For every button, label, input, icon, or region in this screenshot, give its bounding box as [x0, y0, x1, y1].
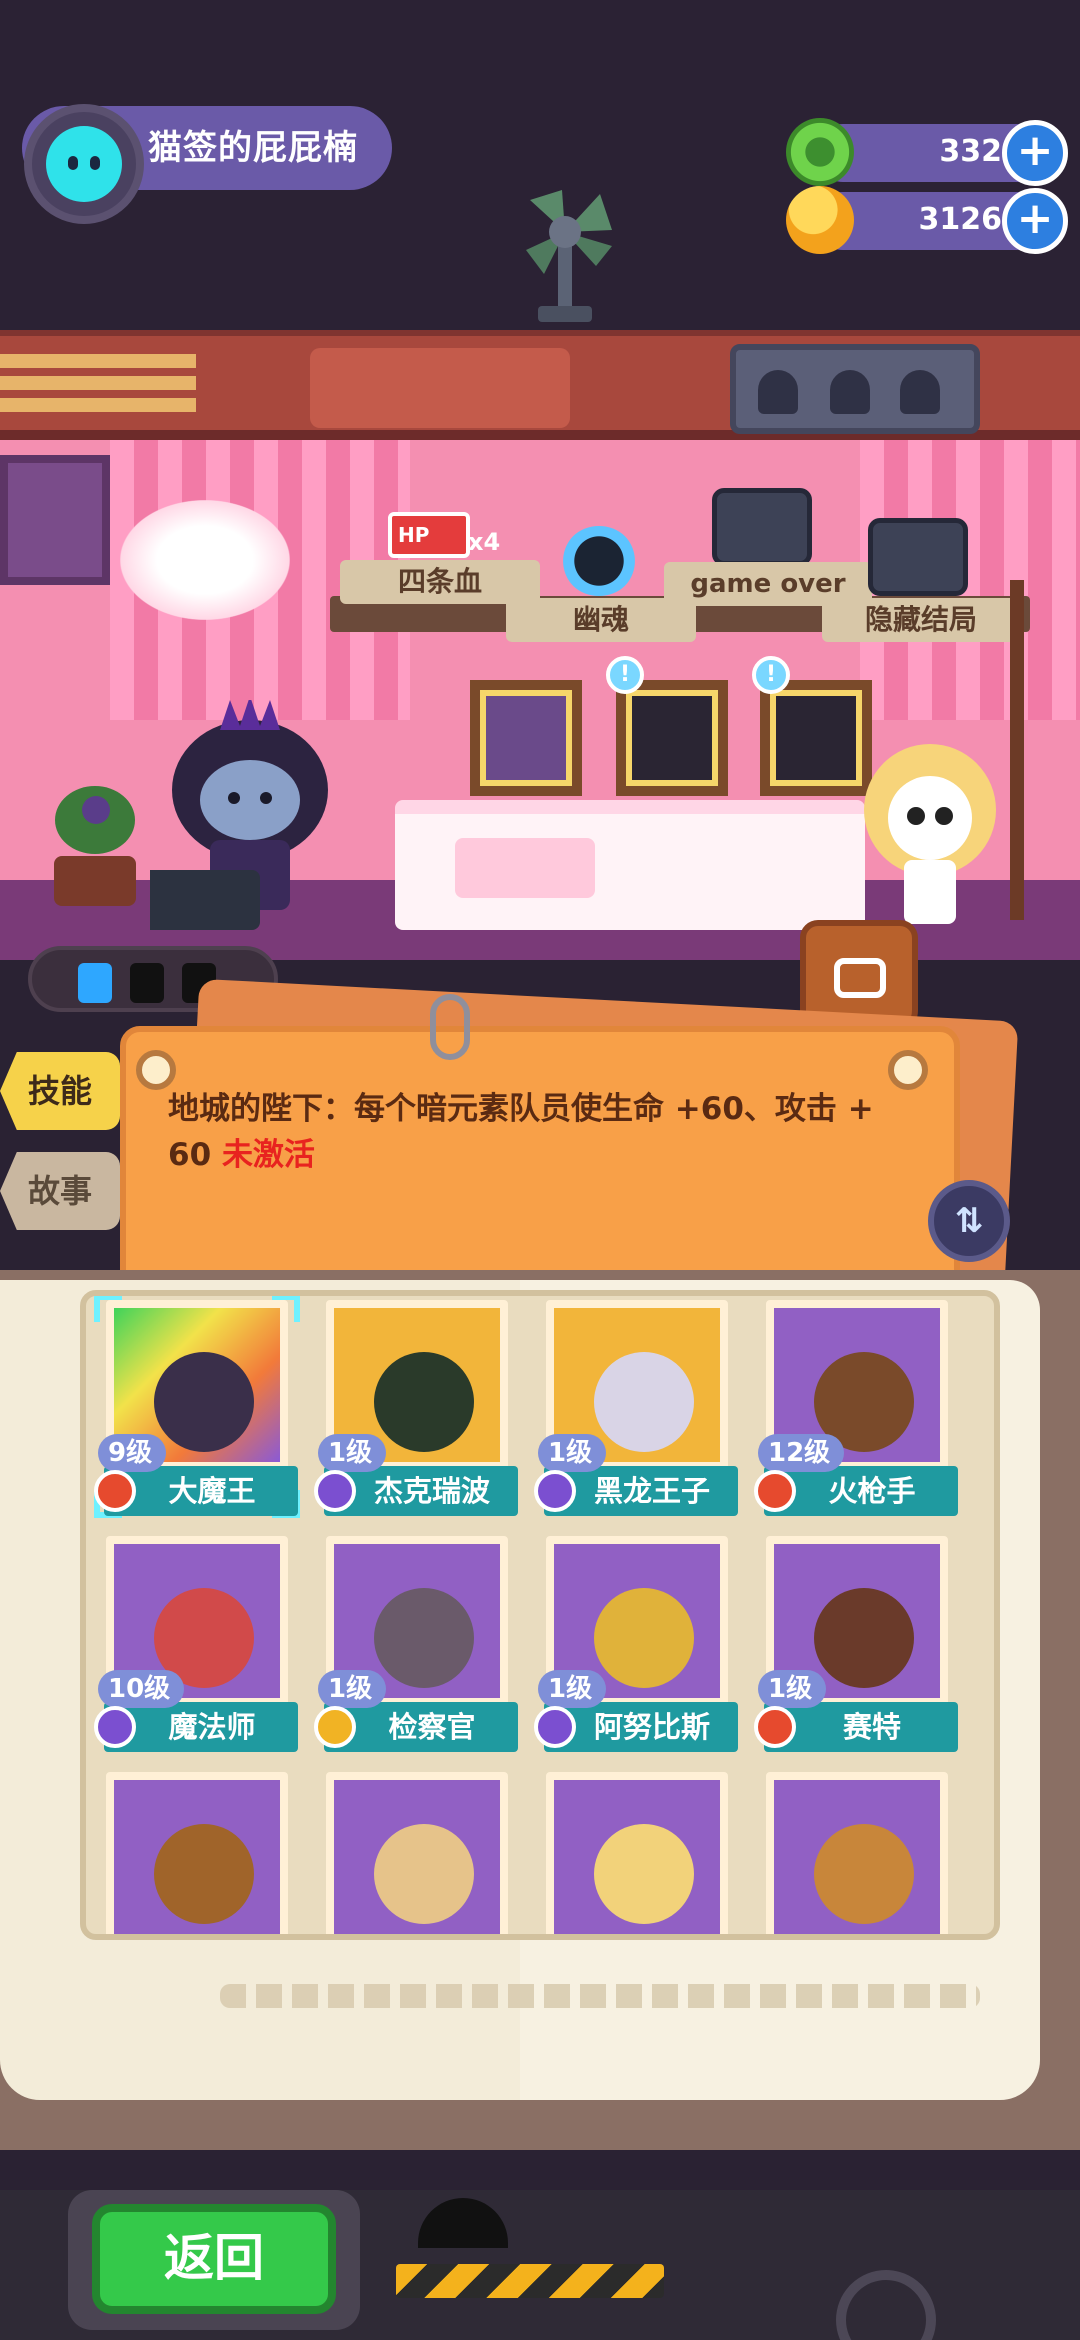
portrait-frame-locked[interactable] — [760, 680, 872, 796]
hero-portrait — [766, 1772, 948, 1934]
ceiling-lamp-icon — [120, 500, 290, 620]
hero-level: 1级 — [538, 1434, 607, 1472]
sort-toggle-button[interactable]: ⇅ — [928, 1180, 1010, 1262]
hero-face-icon — [154, 1352, 254, 1452]
ghost-display — [730, 344, 980, 434]
hero-level: 12级 — [758, 1434, 845, 1472]
hp-multiplier: x4 — [468, 528, 501, 556]
hp-icon: HP — [388, 512, 470, 558]
sign-hidden-ending[interactable]: 隐藏结局 — [822, 598, 1020, 642]
player-avatar[interactable] — [24, 104, 144, 224]
skeleton-girl-character — [864, 744, 996, 924]
faction-badge-icon — [754, 1706, 796, 1748]
coat-rack — [1010, 580, 1024, 920]
back-button[interactable]: 返回 — [92, 2204, 336, 2314]
hidden-ending-tv-icon — [868, 518, 968, 596]
hero-portrait — [546, 1772, 728, 1934]
add-coins-button[interactable]: + — [1002, 188, 1068, 254]
hero-face-icon — [594, 1352, 694, 1452]
hero-grid: 大魔王 9级 杰克瑞波 1级 黑龙王子 1级 火枪手 12级魔法师 10级 检察官 1级 阿努比斯 1级… — [80, 1290, 1000, 1940]
hero-card[interactable] — [94, 1766, 300, 1934]
faction-badge-icon — [314, 1706, 356, 1748]
hero-card[interactable]: 阿努比斯 1级 — [534, 1530, 740, 1752]
hero-card[interactable]: 赛特 1级 — [754, 1530, 960, 1752]
alert-icon: ! — [752, 656, 790, 694]
potted-plant-icon — [54, 786, 136, 906]
tombstone-tv-icon — [712, 488, 812, 566]
blurred-text — [220, 1984, 980, 2008]
hero-card[interactable]: 火枪手 12级 — [754, 1296, 960, 1516]
faction-badge-icon — [94, 1706, 136, 1748]
skill-status: 未激活 — [221, 1137, 315, 1173]
hero-face-icon — [374, 1824, 474, 1924]
hero-card[interactable] — [754, 1766, 960, 1934]
selection-corner — [94, 1296, 122, 1322]
hero-level: 9级 — [98, 1434, 167, 1472]
fan-icon — [526, 190, 612, 322]
hero-face-icon — [154, 1824, 254, 1924]
empty-element-slot — [130, 963, 164, 1003]
hero-card[interactable] — [314, 1766, 520, 1934]
hero-card[interactable]: 黑龙王子 1级 — [534, 1296, 740, 1516]
hero-portrait — [326, 1772, 508, 1934]
gem-amount: 332 — [939, 134, 1002, 169]
tab-story[interactable]: 故事 — [0, 1152, 120, 1230]
hero-face-icon — [814, 1588, 914, 1688]
demon-king-character — [150, 700, 328, 930]
pin-icon — [136, 1050, 176, 1090]
ghost-icon — [900, 370, 940, 414]
skill-description: 地城的陛下：每个暗元素队员使生命 +60、攻击 + 60 未激活 — [168, 1086, 908, 1178]
hero-level: 1级 — [318, 1670, 387, 1708]
hero-card[interactable] — [534, 1766, 740, 1934]
hero-face-icon — [374, 1352, 474, 1452]
selection-corner — [272, 1296, 300, 1322]
shelf-panel — [310, 348, 570, 428]
coin-amount: 3126 — [918, 202, 1003, 237]
hero-face-icon — [594, 1588, 694, 1688]
portrait-frame-locked[interactable] — [616, 680, 728, 796]
hero-face-icon — [594, 1824, 694, 1924]
add-gems-button[interactable]: + — [1002, 120, 1068, 186]
faction-badge-icon — [314, 1470, 356, 1512]
hero-card[interactable]: 魔法师 10级 — [94, 1530, 300, 1752]
hero-card[interactable]: 杰克瑞波 1级 — [314, 1296, 520, 1516]
faction-badge-icon — [754, 1470, 796, 1512]
hero-card[interactable]: 检察官 1级 — [314, 1530, 520, 1752]
chat-bubble-icon — [834, 958, 886, 998]
faction-badge-icon — [94, 1470, 136, 1512]
coin-icon — [786, 186, 854, 254]
ghost-icon — [830, 370, 870, 414]
hero-portrait — [106, 1772, 288, 1934]
hero-face-icon — [374, 1588, 474, 1688]
faction-badge-icon — [534, 1470, 576, 1512]
hazard-stripe — [396, 2264, 664, 2298]
skull-ghost-icon — [562, 526, 636, 596]
hero-face-icon — [814, 1824, 914, 1924]
player-name: 猫签的屁屁楠 — [148, 128, 358, 168]
portrait-frame[interactable] — [470, 680, 582, 796]
gem-icon — [786, 118, 854, 186]
ghost-icon — [758, 370, 798, 414]
paper-clip-icon — [430, 994, 470, 1060]
hero-level: 1级 — [538, 1670, 607, 1708]
hero-level: 1级 — [758, 1670, 827, 1708]
hero-level: 1级 — [318, 1434, 387, 1472]
faction-badge-icon — [534, 1706, 576, 1748]
hero-level: 10级 — [98, 1670, 185, 1708]
dark-element-icon — [78, 963, 112, 1003]
counter-drawer — [455, 838, 595, 898]
cat-avatar-icon — [46, 126, 122, 202]
pin-icon — [888, 1050, 928, 1090]
tab-skill[interactable]: 技能 — [0, 1052, 120, 1130]
window — [0, 455, 110, 585]
vent-decoration — [0, 354, 196, 414]
alert-icon: ! — [606, 656, 644, 694]
hero-card[interactable]: 大魔王 9级 — [94, 1296, 300, 1518]
gem-counter: 332 + — [786, 118, 1068, 186]
coin-counter: 3126 + — [786, 186, 1068, 254]
